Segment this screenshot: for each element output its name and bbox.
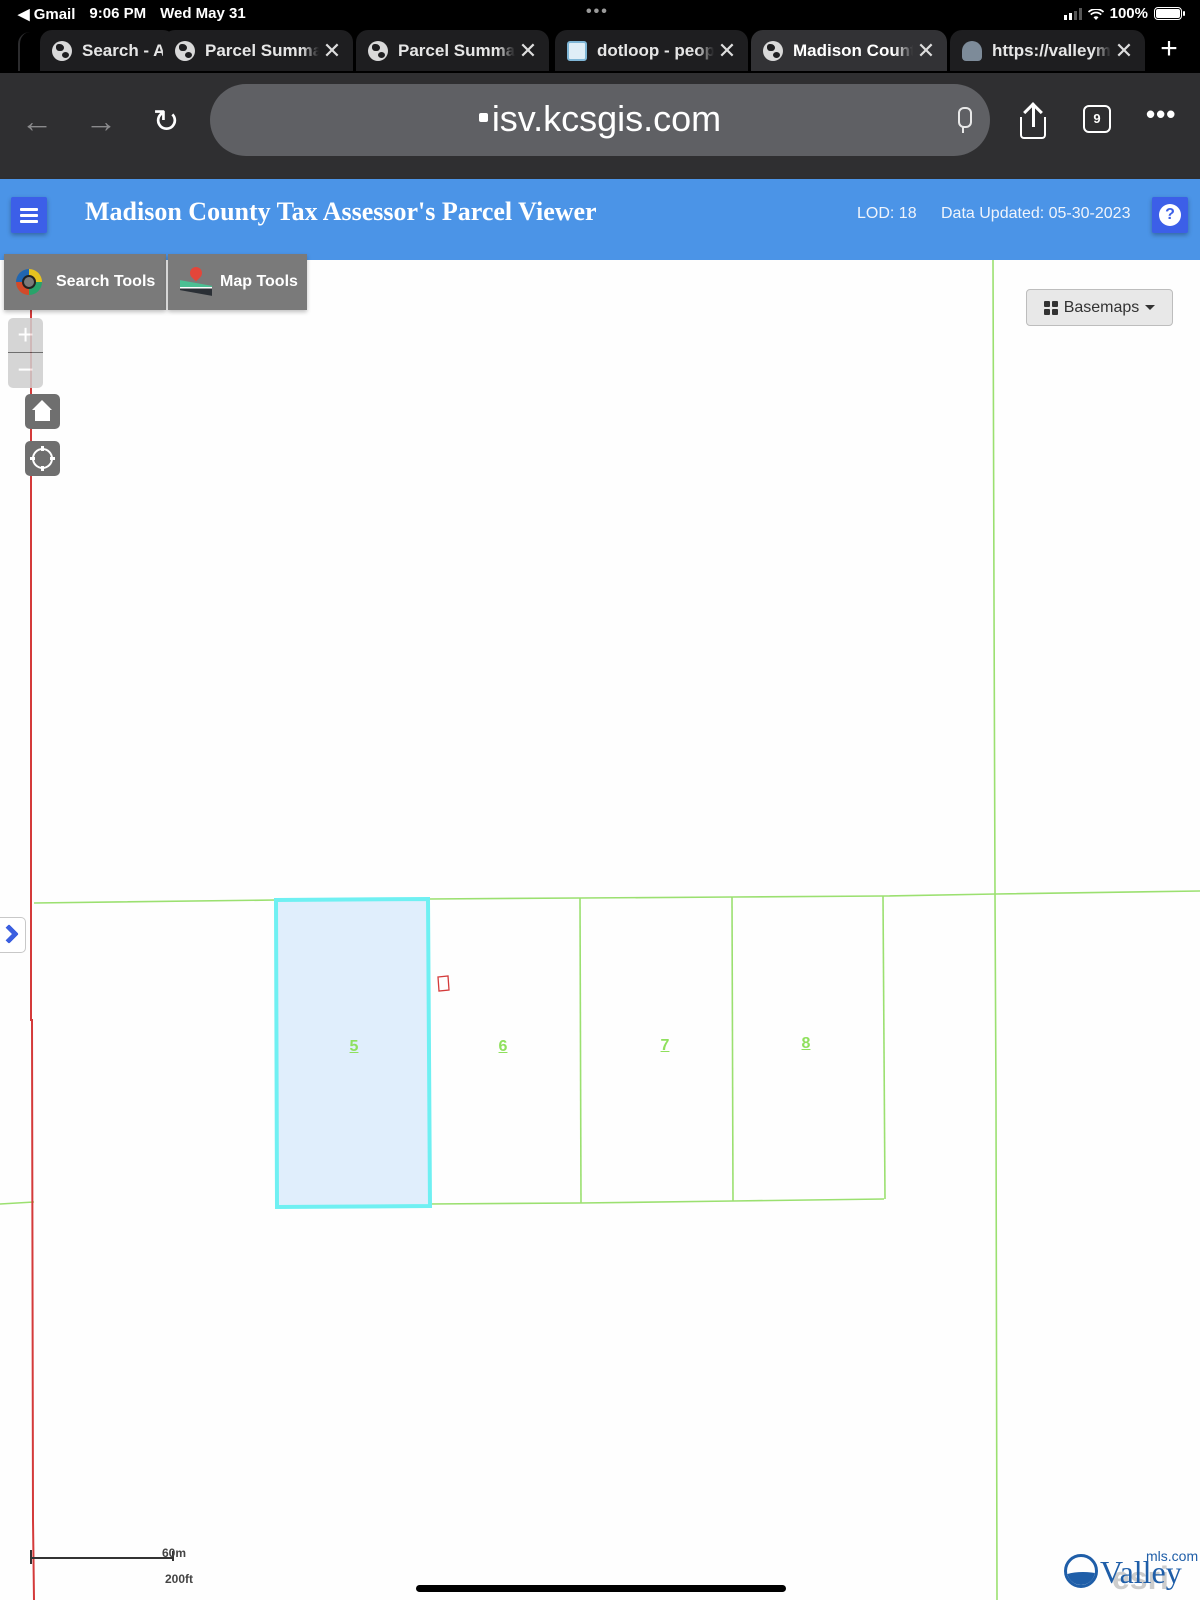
clock: 9:06 PM <box>89 5 147 22</box>
map-canvas[interactable]: 5 6 7 8 <box>0 260 1200 1600</box>
zoom-in-button[interactable]: + <box>8 318 43 353</box>
battery-percent: 100% <box>1109 5 1148 22</box>
back-to-app-link[interactable]: ◀ Gmail <box>18 5 75 23</box>
parcel-boundary-line <box>882 895 886 1200</box>
data-updated-label: Data Updated: 05-30-2023 <box>941 205 1131 222</box>
tab-title: Madison Count <box>793 40 913 60</box>
tab-title: Parcel Summa <box>398 40 515 60</box>
date: Wed May 31 <box>160 5 246 22</box>
app-title: Madison County Tax Assessor's Parcel Vie… <box>85 197 597 226</box>
browser-tab[interactable]: Parcel Summa ✕ <box>356 30 549 71</box>
address-bar[interactable]: isv.kcsgis.com <box>210 84 990 156</box>
url-text[interactable]: isv.kcsgis.com <box>492 98 721 139</box>
search-tools-icon <box>16 269 42 295</box>
tab-title: Parcel Summa <box>205 40 319 60</box>
parcel-boundary-line <box>579 897 582 1204</box>
locate-button[interactable] <box>25 441 60 476</box>
new-tab-button[interactable]: + <box>1152 32 1186 66</box>
battery-icon <box>1154 7 1185 20</box>
valley-mls-logo: Valley mls.com <box>1064 1548 1200 1592</box>
wifi-icon <box>1087 7 1104 20</box>
zoom-control: + − <box>8 318 43 388</box>
search-tools-button[interactable]: Search Tools <box>4 254 166 310</box>
map-tools-label: Map Tools <box>220 273 298 290</box>
globe-icon <box>52 40 72 61</box>
zoom-out-button[interactable]: − <box>8 353 43 388</box>
status-bar: ◀ Gmail 9:06 PM Wed May 31 ••• 100% <box>0 0 1200 28</box>
lot-label[interactable]: 7 <box>661 1037 670 1055</box>
building-footprint <box>437 975 450 992</box>
road-line <box>30 310 35 1600</box>
parcel-boundary-line <box>0 1201 35 1205</box>
close-tab-icon[interactable]: ✕ <box>913 38 939 64</box>
search-tools-label: Search Tools <box>56 273 156 290</box>
lot-label[interactable]: 8 <box>802 1035 811 1053</box>
tab-stack-indicator <box>18 32 42 71</box>
browser-tab-active[interactable]: Madison Count ✕ <box>751 30 947 71</box>
more-menu-button[interactable]: ••• <box>1146 99 1176 130</box>
parcel-boundary-line <box>731 896 734 1202</box>
browser-tab[interactable]: https://valleym ✕ <box>950 30 1145 71</box>
cellular-signal-icon <box>1063 7 1082 20</box>
home-indicator[interactable] <box>416 1585 786 1592</box>
browser-tab[interactable]: Parcel Summa ✕ <box>163 30 353 71</box>
scale-imperial-label: 200ft <box>165 1572 194 1586</box>
globe-icon <box>368 40 388 61</box>
browser-toolbar: ← → ↻ isv.kcsgis.com 9 ••• <box>0 73 1200 179</box>
locate-icon <box>30 446 55 471</box>
browser-tab[interactable]: Search - A <box>40 30 175 71</box>
grid-icon <box>1043 300 1058 315</box>
browser-tab[interactable]: dotloop - peop ✕ <box>555 30 748 71</box>
tab-title: https://valleym <box>992 40 1111 60</box>
reload-button[interactable]: ↻ <box>146 101 186 141</box>
screen: ◀ Gmail 9:06 PM Wed May 31 ••• 100% Sear… <box>0 0 1200 1600</box>
dotloop-icon <box>567 40 587 61</box>
menu-button[interactable] <box>11 197 47 233</box>
lod-indicator: LOD: 18 <box>857 205 917 222</box>
globe-icon <box>175 40 195 61</box>
caret-down-icon <box>1145 305 1156 310</box>
chevron-right-icon <box>0 924 19 944</box>
parcel-layer <box>0 260 1200 1600</box>
scale-metric-label: 60m <box>162 1546 187 1560</box>
close-tab-icon[interactable]: ✕ <box>515 38 541 64</box>
microphone-icon[interactable] <box>956 107 972 133</box>
home-icon <box>32 400 53 422</box>
basemaps-dropdown[interactable]: Basemaps <box>1026 289 1173 326</box>
globe-icon <box>763 40 783 61</box>
forward-button[interactable]: → <box>81 101 121 141</box>
help-button[interactable]: ? <box>1152 197 1188 233</box>
map-pin-icon <box>180 269 206 295</box>
close-tab-icon[interactable]: ✕ <box>1111 38 1137 64</box>
tab-switcher-button[interactable]: 9 <box>1083 105 1111 133</box>
parcel-boundary-line <box>992 260 998 1600</box>
share-button[interactable] <box>1020 102 1046 139</box>
lot-label[interactable]: 5 <box>350 1038 359 1056</box>
app-header: Madison County Tax Assessor's Parcel Vie… <box>0 179 1200 260</box>
parcel-boundary-line <box>427 1198 885 1205</box>
help-icon: ? <box>1159 204 1181 226</box>
multitasking-dots[interactable]: ••• <box>586 3 609 21</box>
tab-title: Search - A <box>82 40 166 60</box>
valley-mls-icon <box>962 40 982 61</box>
tab-title: dotloop - peop <box>597 40 714 60</box>
close-tab-icon[interactable]: ✕ <box>714 38 740 64</box>
browser-tab-bar: Search - A Parcel Summa ✕ Parcel Summa ✕… <box>0 28 1200 73</box>
lock-icon <box>478 112 488 122</box>
parcel-boundary-line <box>33 890 1200 904</box>
close-tab-icon[interactable]: ✕ <box>319 38 345 64</box>
scale-bar <box>30 1550 174 1564</box>
valley-logo-icon <box>1064 1554 1098 1588</box>
home-button[interactable] <box>25 394 60 429</box>
back-button[interactable]: ← <box>17 101 57 141</box>
logo-suffix: mls.com <box>1146 1548 1199 1564</box>
side-panel-toggle[interactable] <box>0 917 26 953</box>
map-tools-button[interactable]: Map Tools <box>168 254 307 310</box>
basemaps-label: Basemaps <box>1063 298 1140 316</box>
lot-label[interactable]: 6 <box>499 1038 508 1056</box>
